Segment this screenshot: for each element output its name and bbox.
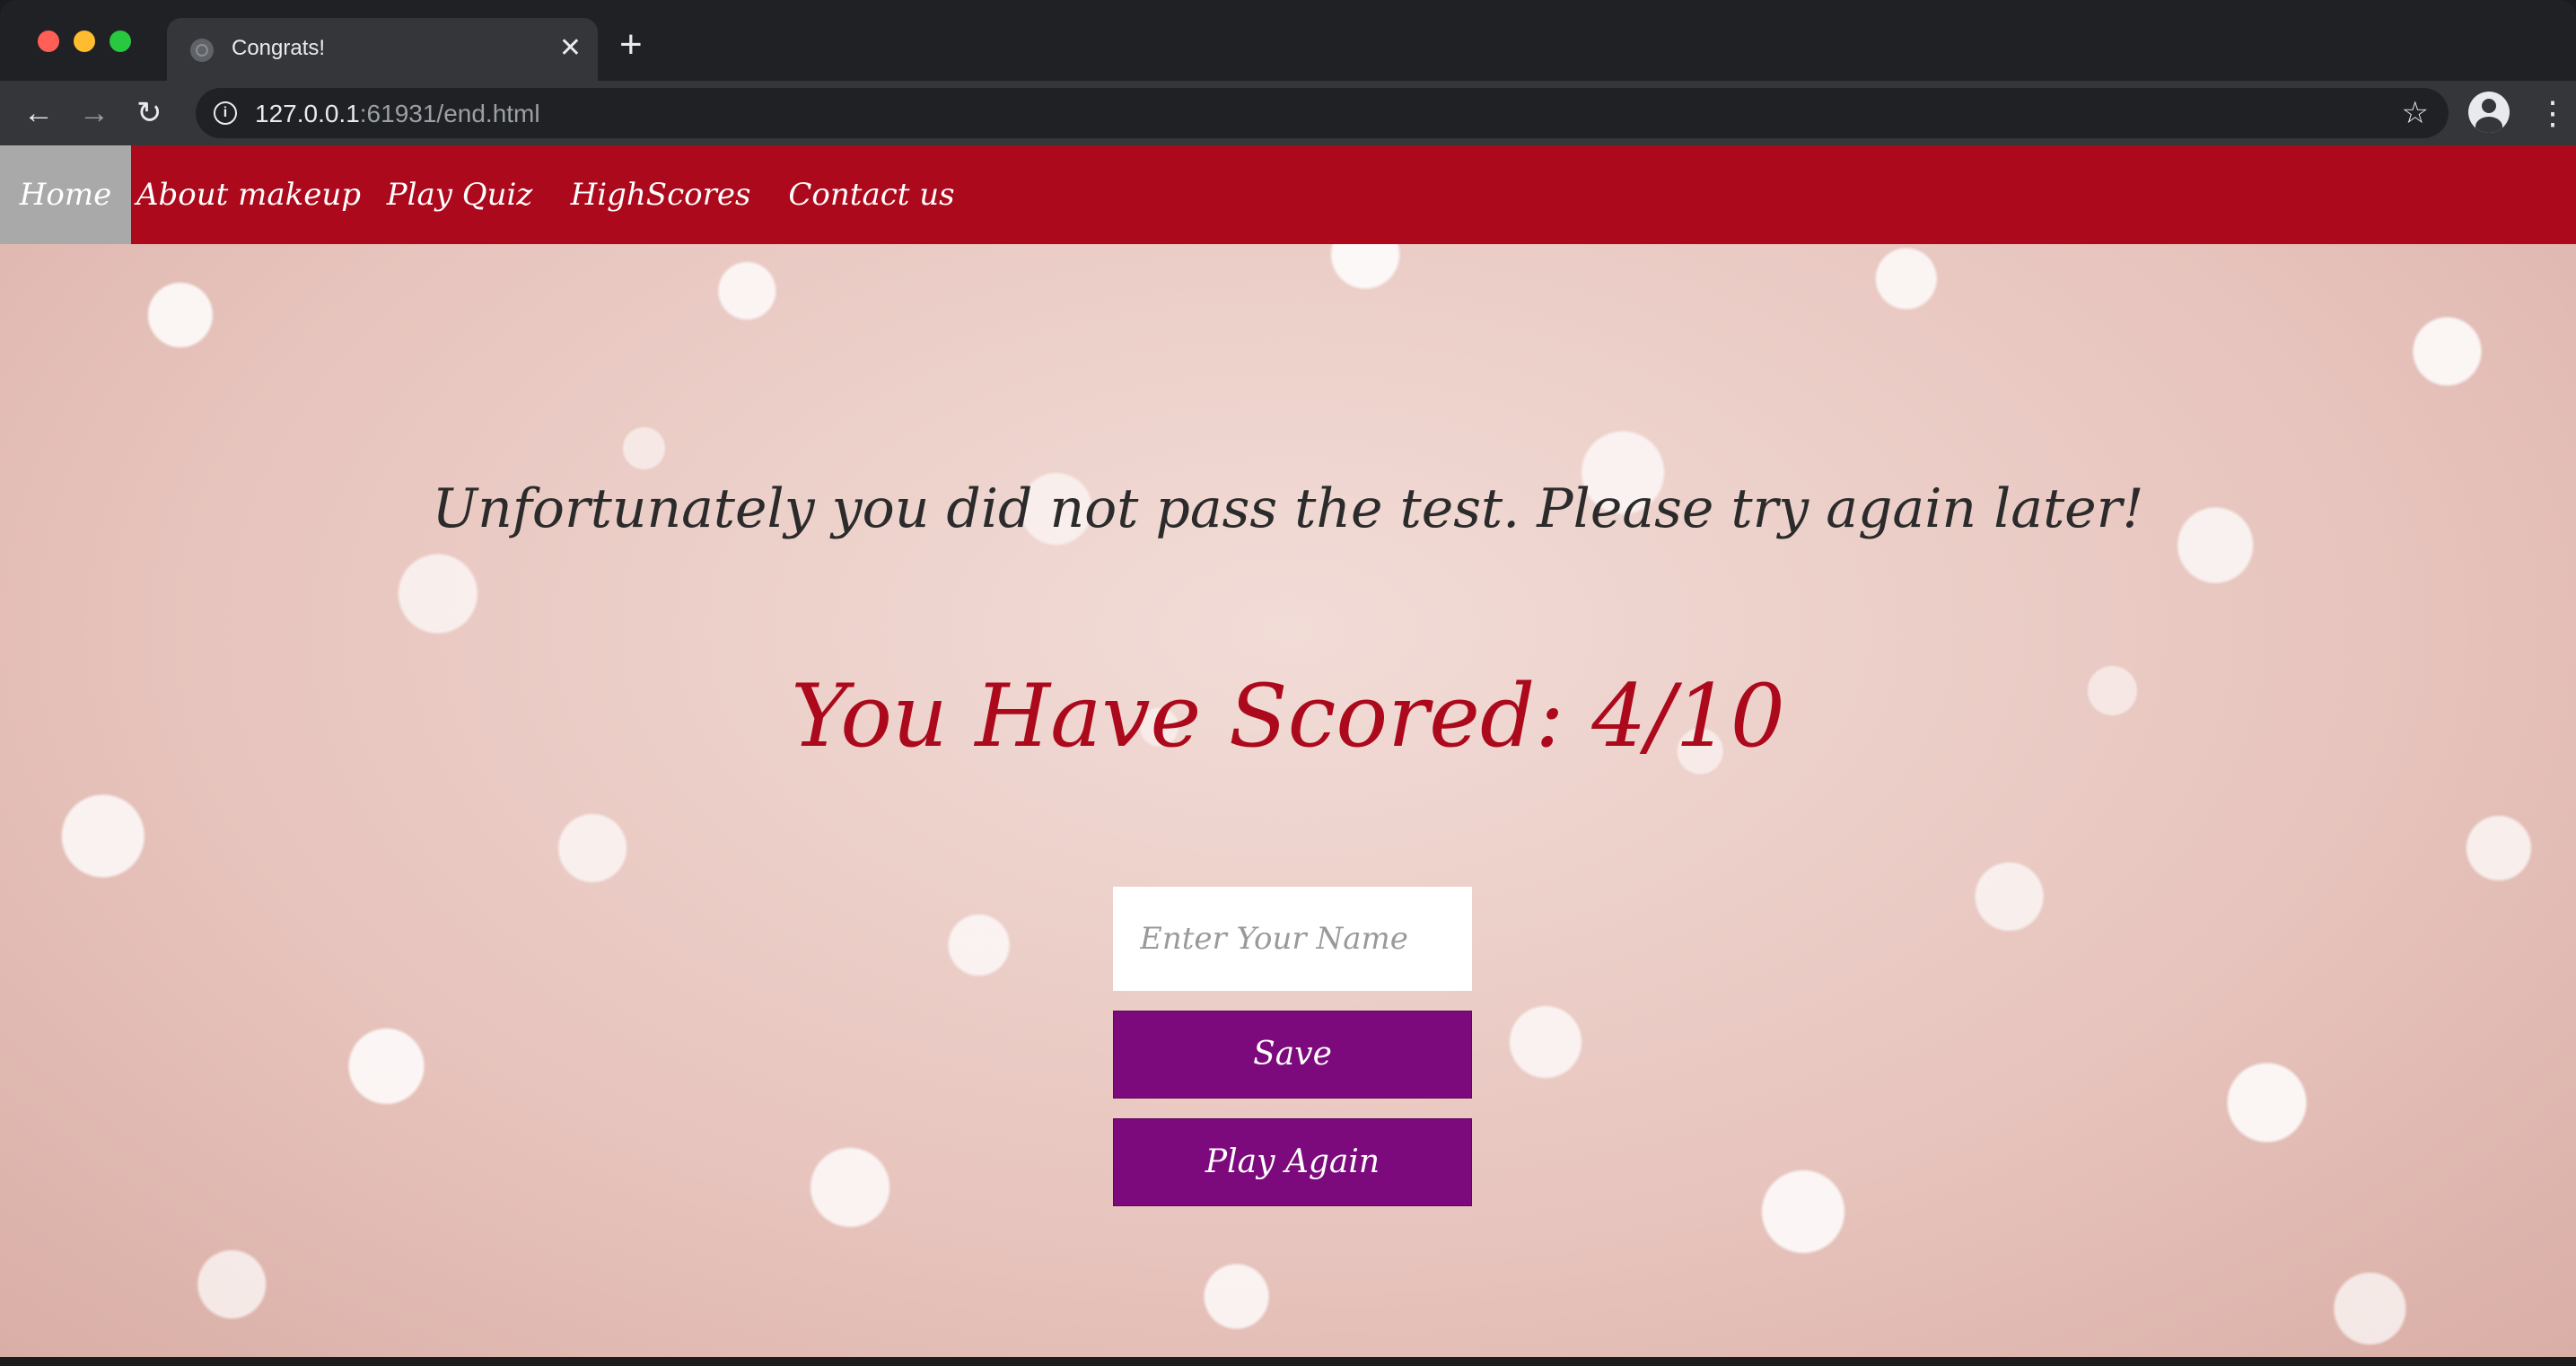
nav-item-play-quiz[interactable]: Play Quiz [366,145,553,244]
nav-item-highscores[interactable]: HighScores [553,145,768,244]
forward-arrow-icon[interactable]: → [79,93,110,133]
star-icon[interactable]: ☆ [2402,95,2429,131]
result-message: Unfortunately you did not pass the test.… [432,477,2144,540]
score-heading: You Have Scored: 4/10 [791,666,1785,766]
url-path: :61931/end.html [359,100,540,127]
info-icon[interactable]: i [214,101,237,125]
address-url[interactable]: 127.0.0.1:61931/end.html [255,100,540,128]
play-again-button[interactable]: Play Again [1113,1118,1472,1206]
address-bar[interactable]: i 127.0.0.1:61931/end.html ☆ [196,88,2449,138]
name-input[interactable] [1113,887,1472,991]
tab-title: Congrats! [232,36,326,60]
back-arrow-icon[interactable]: ← [23,93,54,133]
nav-item-home[interactable]: Home [0,145,131,244]
profile-head [2482,99,2496,113]
save-button[interactable]: Save [1113,1011,1472,1099]
kebab-menu-icon[interactable]: ⋮ [2537,93,2569,133]
account-circle-icon[interactable] [2468,92,2510,133]
nav-item-about-makeup[interactable]: About makeup [131,145,366,244]
browser-window: Congrats! ✕ + ← → ↻ i 127.0.0.1:61931/en… [0,0,2576,1366]
web-page: Home About makeup Play Quiz HighScores C… [0,145,2576,1357]
url-host: 127.0.0.1 [255,100,360,127]
globe-icon [190,39,214,62]
new-tab-button[interactable]: + [619,25,643,65]
nav-item-contact-us[interactable]: Contact us [768,145,975,244]
tab-close-icon[interactable]: ✕ [559,32,582,65]
window-bottom-edge [0,1357,2576,1366]
close-window-button[interactable] [38,31,59,52]
site-navbar: Home About makeup Play Quiz HighScores C… [0,145,2576,244]
browser-toolbar: ← → ↻ i 127.0.0.1:61931/end.html ☆ ⋮ [0,81,2576,145]
browser-tab[interactable]: Congrats! ✕ [167,18,598,81]
profile-body [2475,117,2502,133]
reload-icon[interactable]: ↻ [136,93,162,133]
minimize-window-button[interactable] [74,31,95,52]
tab-strip: Congrats! ✕ + [0,0,2576,81]
maximize-window-button[interactable] [110,31,131,52]
